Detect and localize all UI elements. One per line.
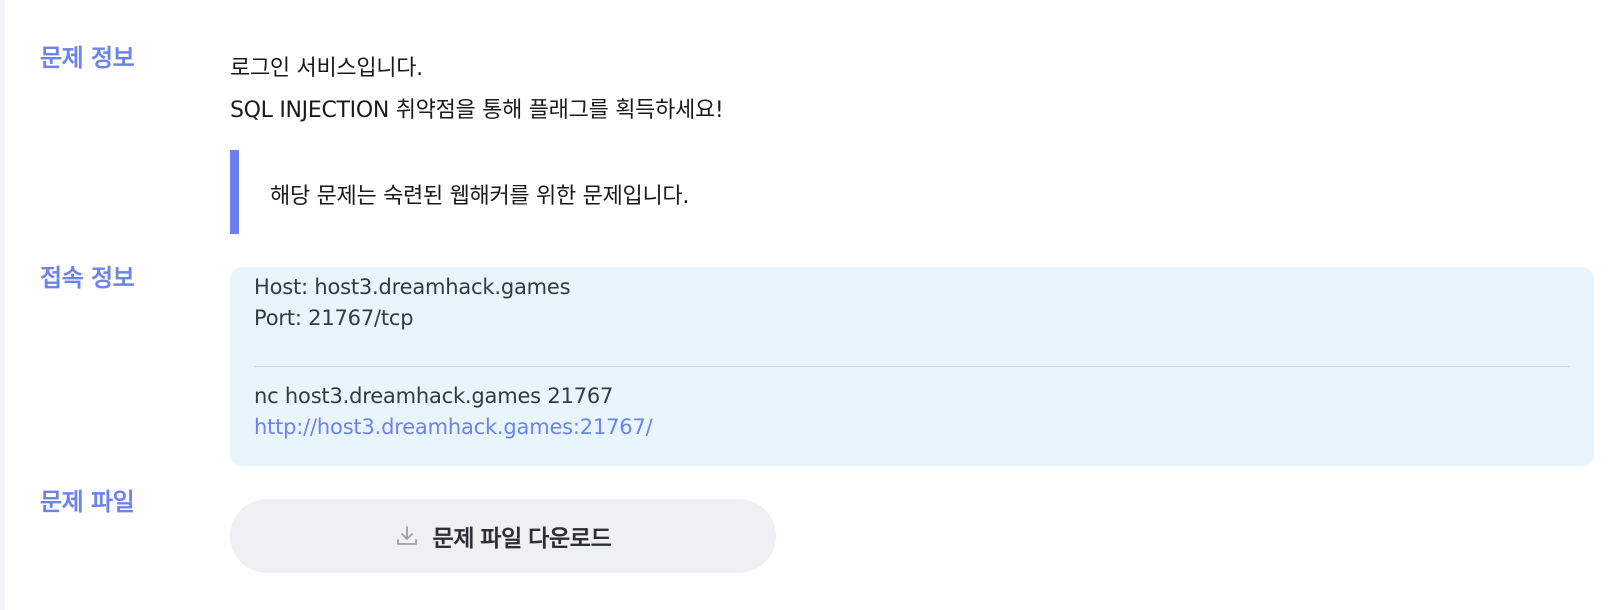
challenge-info-page: 문제 정보 로그인 서비스입니다. SQL INJECTION 취약점을 통해 … <box>0 0 1612 610</box>
connection-info-label: 접속 정보 <box>40 264 135 292</box>
description-line-2: SQL INJECTION 취약점을 통해 플래그를 획득하세요! <box>230 98 724 123</box>
download-icon <box>394 523 420 549</box>
port-text: Port: 21767/tcp <box>254 306 414 330</box>
left-edge-divider <box>0 0 5 610</box>
blockquote-bar <box>230 150 239 234</box>
connection-divider <box>254 366 1570 367</box>
host-text: Host: host3.dreamhack.games <box>254 275 571 299</box>
connection-info-box: Host: host3.dreamhack.games Port: 21767/… <box>230 267 1594 466</box>
problem-file-label: 문제 파일 <box>40 488 135 516</box>
description-line-1: 로그인 서비스입니다. <box>230 56 423 81</box>
challenge-url-link[interactable]: http://host3.dreamhack.games:21767/ <box>254 415 653 439</box>
nc-command-text: nc host3.dreamhack.games 21767 <box>254 384 614 408</box>
note-text: 해당 문제는 숙련된 웹해커를 위한 문제입니다. <box>270 184 690 209</box>
problem-info-label: 문제 정보 <box>40 44 135 72</box>
note-blockquote: 해당 문제는 숙련된 웹해커를 위한 문제입니다. <box>230 150 1530 234</box>
download-button-label: 문제 파일 다운로드 <box>432 525 612 551</box>
download-file-button[interactable]: 문제 파일 다운로드 <box>230 499 776 573</box>
